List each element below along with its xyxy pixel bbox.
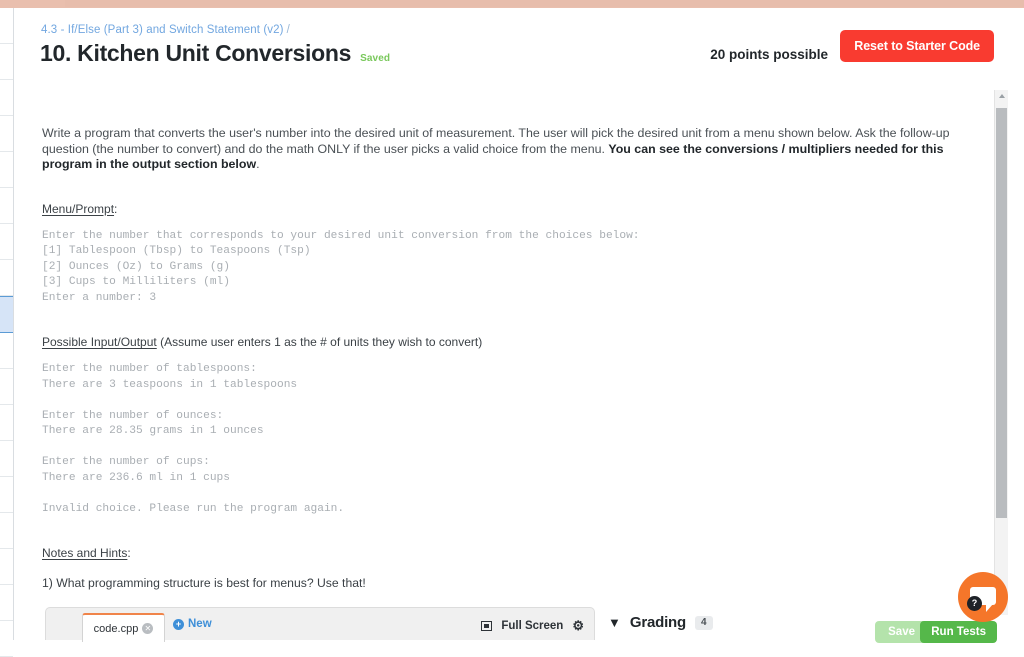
editor-controls: Full Screen ⚙: [481, 619, 584, 632]
sidebar-rail-item[interactable]: [0, 585, 13, 621]
notes-heading: Notes and Hints:: [42, 546, 1008, 560]
io-heading-text: Possible Input/Output: [42, 335, 157, 349]
grading-toggle[interactable]: ▼ Grading 4: [608, 614, 713, 631]
top-accent-bar-right: [65, 0, 1024, 7]
title-row: 10. Kitchen Unit Conversions Saved: [40, 40, 390, 67]
assignment-header: 4.3 - If/Else (Part 3) and Switch Statem…: [14, 8, 1008, 88]
assignment-description: Write a program that converts the user's…: [42, 126, 982, 173]
page-title: 10. Kitchen Unit Conversions: [40, 40, 351, 67]
editor-tab-code-cpp[interactable]: code.cpp ✕: [82, 613, 165, 642]
assignment-body: Write a program that converts the user's…: [14, 126, 1008, 590]
points-possible-label: 20 points possible: [710, 47, 828, 62]
io-heading-note: (Assume user enters 1 as the # of units …: [157, 335, 482, 349]
code-editor-panel: code.cpp ✕ + New Full Screen ⚙: [45, 607, 595, 640]
question-mark-badge: ?: [967, 596, 982, 611]
fullscreen-icon[interactable]: [481, 621, 492, 631]
editor-tab-filename: code.cpp: [94, 623, 139, 635]
io-heading: Possible Input/Output (Assume user enter…: [42, 335, 1008, 349]
menu-prompt-heading: Menu/Prompt:: [42, 202, 1008, 216]
saved-status-badge: Saved: [360, 53, 390, 64]
grading-count-badge: 4: [695, 616, 713, 630]
new-file-label: New: [188, 618, 212, 630]
gear-icon[interactable]: ⚙: [572, 619, 584, 632]
sidebar-rail[interactable]: [0, 8, 14, 640]
notes-body-text: 1) What programming structure is best fo…: [42, 576, 1008, 590]
sidebar-rail-item[interactable]: [0, 405, 13, 441]
breadcrumb[interactable]: 4.3 - If/Else (Part 3) and Switch Statem…: [41, 24, 290, 36]
chevron-down-icon[interactable]: ▼: [608, 616, 621, 629]
plus-icon: +: [173, 619, 184, 630]
sidebar-rail-item[interactable]: [0, 116, 13, 152]
main-content-region: 4.3 - If/Else (Part 3) and Switch Statem…: [14, 8, 1008, 640]
io-code-sample: Enter the number of tablespoons: There a…: [42, 362, 1008, 517]
help-chat-button[interactable]: ?: [958, 572, 1008, 622]
breadcrumb-link[interactable]: 4.3 - If/Else (Part 3) and Switch Statem…: [41, 24, 284, 36]
sidebar-rail-item[interactable]: [0, 621, 13, 657]
sidebar-rail-item-active[interactable]: [0, 296, 13, 333]
sidebar-rail-item[interactable]: [0, 224, 13, 260]
scroll-up-arrow-icon[interactable]: [999, 94, 1005, 98]
menu-prompt-code-sample: Enter the number that corresponds to you…: [42, 229, 1008, 307]
breadcrumb-separator: /: [287, 24, 290, 36]
fullscreen-label[interactable]: Full Screen: [501, 620, 563, 632]
grading-title: Grading: [630, 614, 686, 631]
notes-heading-colon: :: [127, 546, 130, 560]
sidebar-rail-item[interactable]: [0, 477, 13, 513]
new-file-button[interactable]: + New: [173, 618, 212, 630]
sidebar-rail-item[interactable]: [0, 549, 13, 585]
grading-bar: ▼ Grading 4 Save Run Tests: [600, 608, 1024, 640]
reset-to-starter-code-button[interactable]: Reset to Starter Code: [840, 30, 994, 62]
menu-prompt-heading-text: Menu/Prompt: [42, 202, 114, 216]
sidebar-rail-item[interactable]: [0, 513, 13, 549]
notes-heading-text: Notes and Hints: [42, 546, 127, 560]
sidebar-rail-item[interactable]: [0, 80, 13, 116]
sidebar-rail-item[interactable]: [0, 44, 13, 80]
sidebar-rail-item[interactable]: [0, 369, 13, 405]
vertical-scrollbar-thumb[interactable]: [996, 108, 1007, 518]
menu-prompt-heading-colon: :: [114, 202, 117, 216]
sidebar-rail-item[interactable]: [0, 333, 13, 369]
description-text-part2: .: [256, 157, 259, 171]
sidebar-rail-item[interactable]: [0, 8, 13, 44]
close-icon[interactable]: ✕: [142, 623, 153, 634]
sidebar-rail-item[interactable]: [0, 152, 13, 188]
sidebar-rail-item[interactable]: [0, 188, 13, 224]
sidebar-rail-item[interactable]: [0, 441, 13, 477]
sidebar-rail-item[interactable]: [0, 260, 13, 296]
